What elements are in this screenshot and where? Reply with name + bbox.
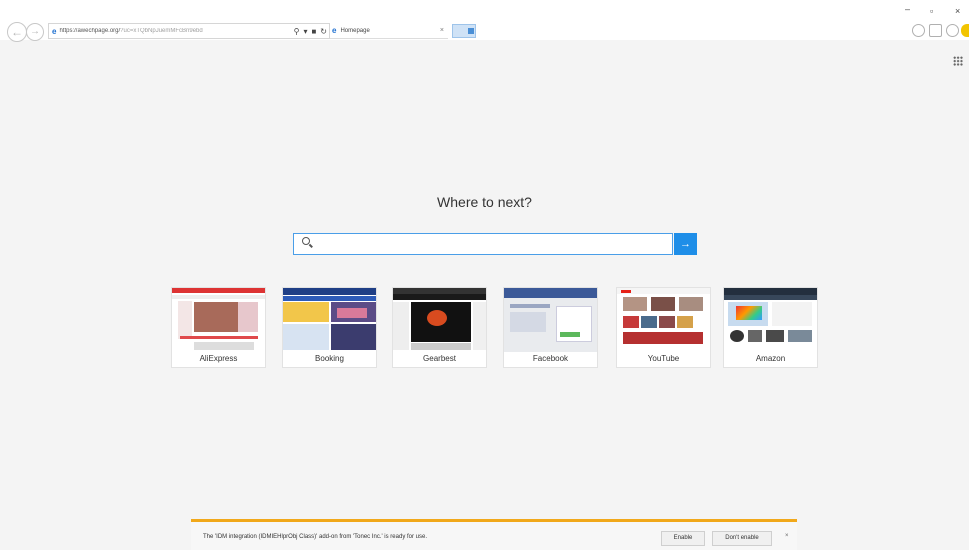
tile-thumbnail	[504, 288, 597, 352]
search-icon	[302, 237, 310, 245]
apps-grid-icon[interactable]	[953, 56, 963, 66]
tile-thumbnail	[172, 288, 265, 352]
tile-booking[interactable]: Booking	[282, 287, 377, 368]
tile-label: AliExpress	[199, 354, 238, 363]
tile-amazon[interactable]: Amazon	[723, 287, 818, 368]
dont-enable-button[interactable]: Don't enable	[712, 531, 772, 546]
tile-label: Gearbest	[423, 354, 456, 363]
page-title: Where to next?	[437, 194, 532, 210]
ie-logo-icon: e	[52, 26, 57, 36]
enable-button[interactable]: Enable	[661, 531, 705, 546]
home-icon[interactable]	[912, 24, 925, 37]
search-box[interactable]	[293, 233, 673, 255]
search-go-button[interactable]: →	[674, 233, 697, 255]
forward-button[interactable]: →	[26, 23, 44, 41]
tile-gearbest[interactable]: Gearbest	[392, 287, 487, 368]
tile-thumbnail	[283, 288, 376, 352]
gear-icon[interactable]	[946, 24, 959, 37]
refresh-icon[interactable]: ↻	[318, 27, 329, 36]
tab-homepage[interactable]: e Homepage ×	[330, 23, 448, 39]
tile-label: YouTube	[647, 354, 680, 363]
url-text: https://awechpage.org/?uc=xTQbNpJuemMFcB…	[59, 28, 203, 34]
chevron-down-icon[interactable]: ▾	[301, 27, 309, 36]
tab-close-icon[interactable]: ×	[440, 27, 448, 34]
address-bar[interactable]: e https://awechpage.org/?uc=xTQbNpJuemMF…	[48, 23, 330, 39]
close-window-button[interactable]: ×	[955, 6, 960, 16]
maximize-button[interactable]: ▫	[930, 6, 933, 16]
back-button[interactable]: ←	[7, 22, 27, 42]
new-tab-button[interactable]	[452, 24, 476, 38]
search-icon[interactable]: ⚲	[292, 27, 302, 36]
tile-label: Booking	[315, 354, 344, 363]
feedback-smile-icon[interactable]	[961, 24, 969, 37]
ie-logo-icon: e	[332, 26, 337, 35]
tile-thumbnail	[724, 288, 817, 352]
favorites-star-icon[interactable]	[929, 24, 942, 37]
lock-icon[interactable]: ■	[309, 27, 318, 36]
tile-label: Facebook	[532, 354, 569, 363]
tile-thumbnail	[617, 288, 710, 352]
close-icon[interactable]: ×	[785, 533, 789, 539]
tile-aliexpress[interactable]: AliExpress	[171, 287, 266, 368]
browser-toolbar: ← → e https://awechpage.org/?uc=xTQbNpJu…	[0, 0, 969, 42]
tile-youtube[interactable]: YouTube	[616, 287, 711, 368]
search-input[interactable]	[314, 236, 664, 252]
tab-title: Homepage	[340, 27, 370, 34]
tile-thumbnail	[393, 288, 486, 352]
tile-label: Amazon	[755, 354, 786, 363]
notification-bar: The 'IDM integration (IDMIEHlprObj Class…	[191, 519, 797, 550]
minimize-button[interactable]: –	[905, 4, 910, 14]
notification-message: The 'IDM integration (IDMIEHlprObj Class…	[203, 534, 427, 540]
tile-facebook[interactable]: Facebook	[503, 287, 598, 368]
